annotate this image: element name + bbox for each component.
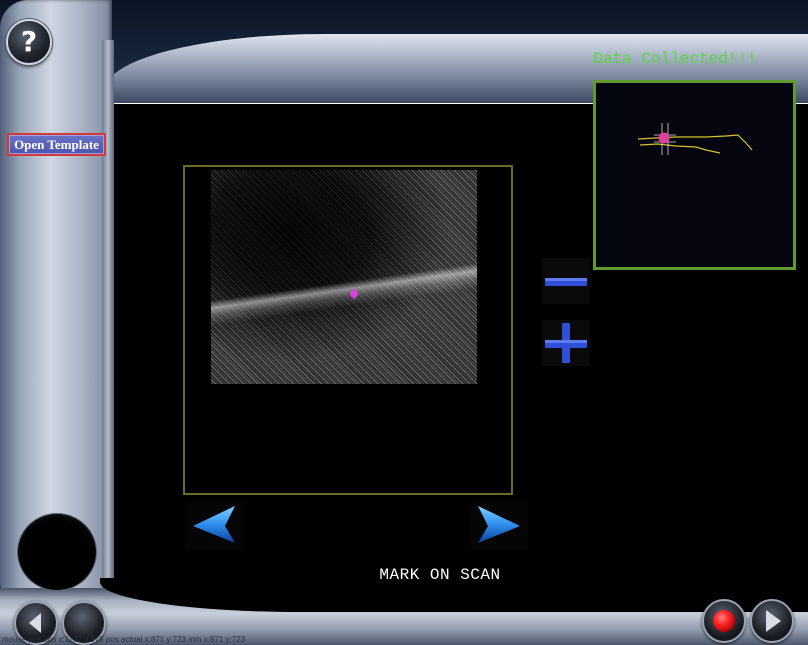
left-panel-display-circle [18,514,96,590]
play-button[interactable] [750,599,794,643]
zoom-in-button[interactable] [542,320,590,366]
app-window: ? Open Template Data Collected!!! MARK O… [0,0,808,645]
zoom-out-button[interactable] [542,258,590,304]
minus-icon [545,278,587,286]
coordinates-status-line: mouse pos abs x:1137 y:978 pos actual x:… [2,635,246,644]
plus-icon [545,323,587,363]
left-panel [0,0,112,600]
open-template-button[interactable]: Open Template [7,133,106,156]
next-scan-button[interactable] [470,503,528,549]
thumbnail-preview [593,80,796,270]
status-message: Data Collected!!! [593,50,757,68]
instruction-text: MARK ON SCAN [379,566,501,584]
arrow-right-icon [478,506,520,543]
scan-marker[interactable] [349,288,359,300]
ultrasound-scan-image[interactable] [211,170,477,384]
left-panel-edge [102,40,114,595]
record-button[interactable] [702,599,746,643]
arrow-left-icon [193,506,235,543]
previous-scan-button[interactable] [185,503,243,549]
help-icon: ? [20,25,38,58]
thumbnail-trace [637,123,753,155]
help-button[interactable]: ? [6,19,52,65]
record-icon [713,610,735,632]
thumbnail-marker [658,132,670,144]
play-icon [766,610,781,632]
